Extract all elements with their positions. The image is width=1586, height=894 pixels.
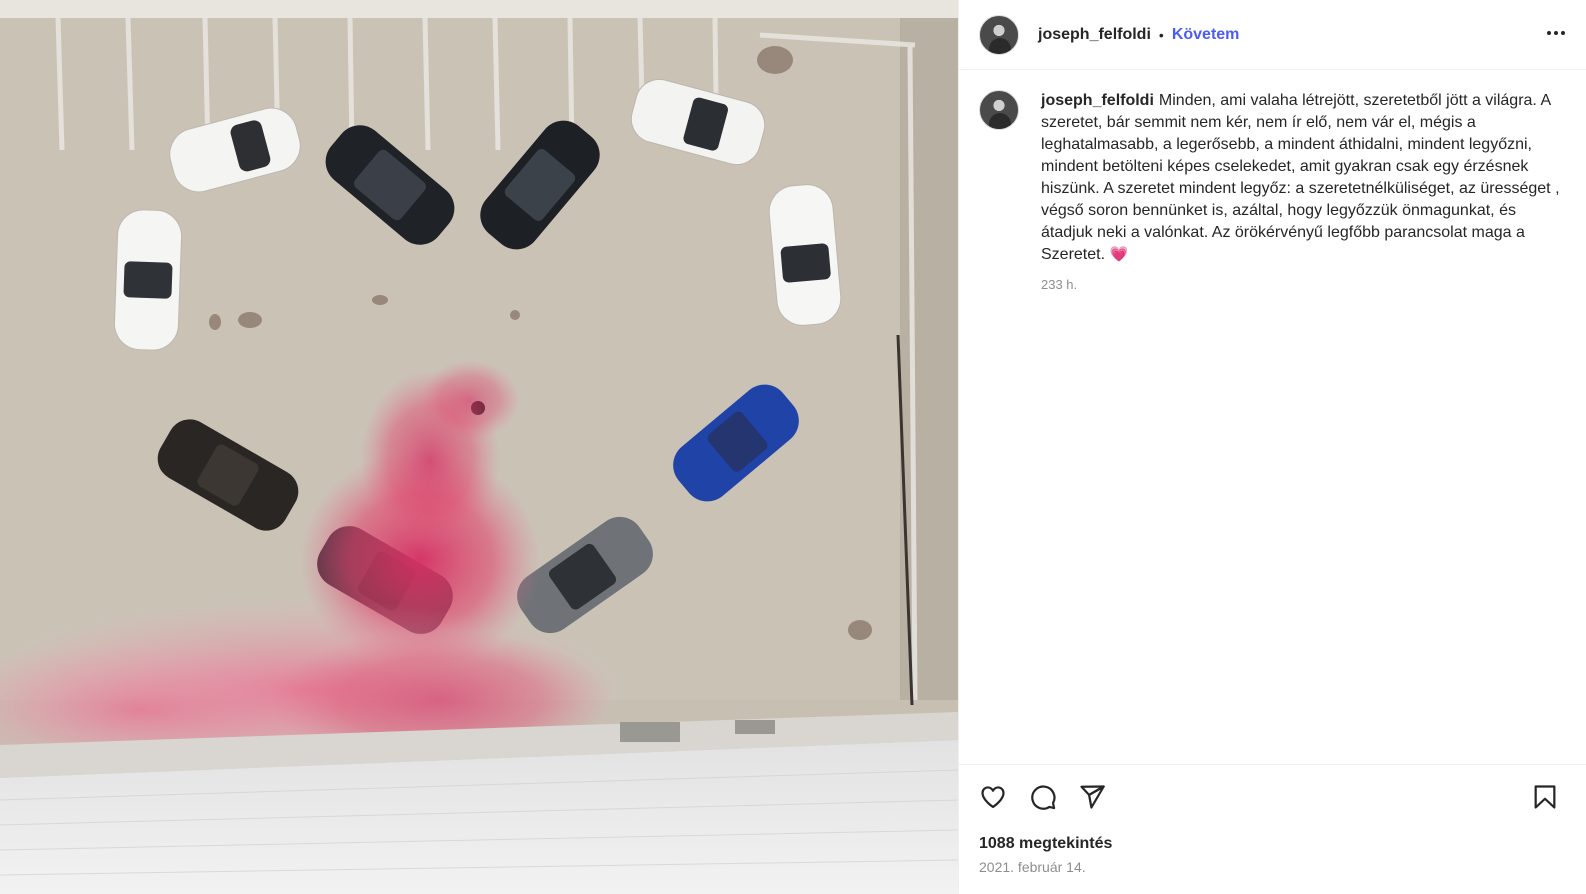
header-username[interactable]: joseph_felfoldi	[1038, 26, 1151, 44]
view-count[interactable]: 1088 megtekintés	[979, 835, 1112, 853]
car	[113, 209, 183, 351]
bookmark-icon[interactable]	[1529, 781, 1561, 813]
post-media[interactable]	[0, 0, 958, 894]
heart-icon[interactable]	[977, 781, 1009, 813]
caption: joseph_felfoldi Minden, ami valaha létrej…	[979, 90, 1569, 296]
follow-button[interactable]: Követem	[1172, 26, 1240, 44]
caption-body: joseph_felfoldi Minden, ami valaha létrej…	[1041, 90, 1561, 296]
car	[768, 184, 842, 326]
caption-avatar[interactable]	[979, 90, 1019, 130]
post-side-panel: joseph_felfoldi • Követem joseph_felfold…	[958, 0, 1586, 894]
header-separator: •	[1158, 26, 1164, 43]
share-icon[interactable]	[1076, 781, 1108, 813]
post-date[interactable]: 2021. február 14.	[979, 859, 1086, 875]
caption-time[interactable]: 233 h.	[1041, 274, 1561, 296]
post-header: joseph_felfoldi • Követem	[959, 0, 1586, 70]
avatar[interactable]	[979, 14, 1019, 55]
aerial-parking-lot-image	[0, 0, 958, 894]
heart-emoji-icon: 💗	[1109, 246, 1129, 263]
more-options-icon[interactable]	[1543, 22, 1569, 44]
action-bar: 1088 megtekintés 2021. február 14.	[959, 764, 1586, 894]
caption-username[interactable]: joseph_felfoldi	[1041, 92, 1154, 109]
comment-icon[interactable]	[1027, 781, 1059, 813]
caption-text: Minden, ami valaha létrejött, szeretetbő…	[1041, 92, 1560, 263]
